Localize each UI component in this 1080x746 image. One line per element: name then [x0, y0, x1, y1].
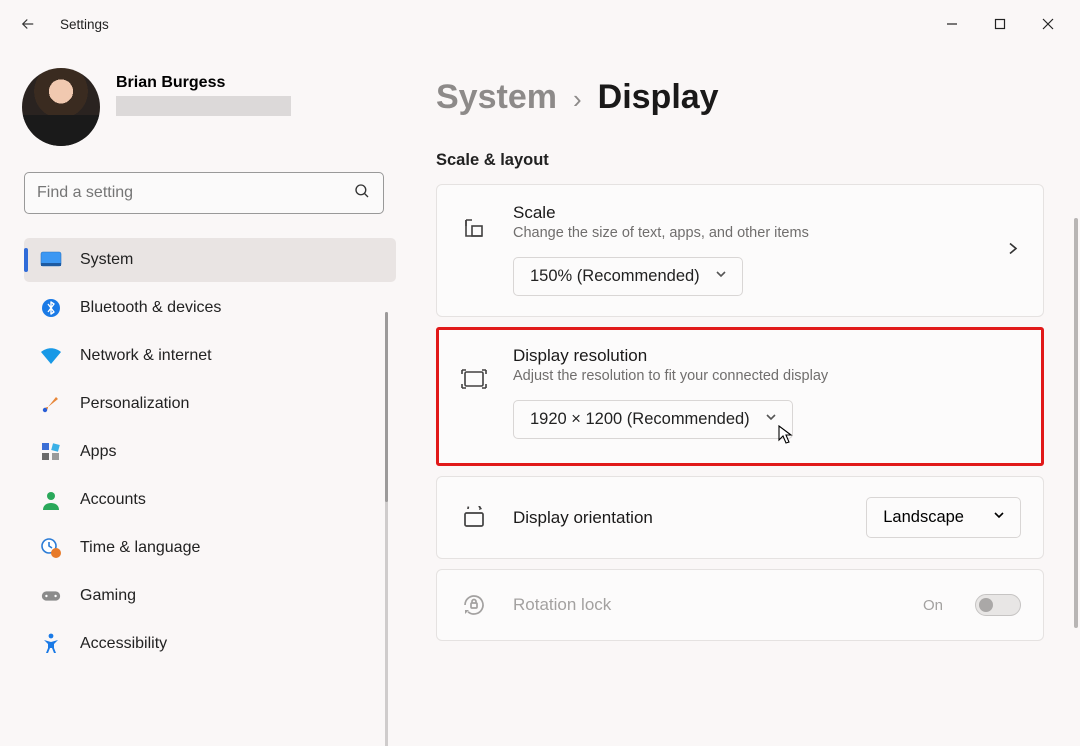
chevron-right-icon[interactable]: [1005, 240, 1021, 261]
orientation-dropdown[interactable]: Landscape: [866, 497, 1021, 538]
scale-value: 150% (Recommended): [530, 267, 700, 286]
sidebar-item-label: Accounts: [80, 491, 146, 509]
rotation-lock-icon: [459, 590, 489, 620]
profile-name: Brian Burgess: [116, 74, 291, 92]
person-icon: [40, 489, 62, 511]
bluetooth-icon: [40, 297, 62, 319]
chevron-down-icon: [764, 410, 778, 429]
profile[interactable]: Brian Burgess: [22, 68, 400, 146]
sidebar-item-label: Accessibility: [80, 635, 167, 653]
sidebar-item-label: Time & language: [80, 539, 200, 557]
breadcrumb: System › Display: [436, 78, 1044, 117]
app-title: Settings: [60, 17, 109, 32]
content-area: System › Display Scale & layout Scale Ch…: [400, 48, 1080, 746]
window-controls: [928, 4, 1072, 44]
chevron-down-icon: [992, 508, 1006, 527]
rotation-lock-title: Rotation lock: [513, 595, 899, 615]
resolution-value: 1920 × 1200 (Recommended): [530, 410, 750, 429]
accessibility-icon: [40, 633, 62, 655]
sidebar-item-accessibility[interactable]: Accessibility: [24, 622, 396, 666]
avatar: [22, 68, 100, 146]
sidebar-item-label: Apps: [80, 443, 116, 461]
sidebar-item-gaming[interactable]: Gaming: [24, 574, 396, 618]
chevron-right-icon: ›: [573, 80, 582, 115]
resolution-title: Display resolution: [513, 346, 1021, 366]
breadcrumb-parent[interactable]: System: [436, 78, 557, 117]
scale-title: Scale: [513, 203, 1021, 223]
scale-icon: [459, 213, 489, 243]
rotation-lock-state: On: [923, 597, 943, 614]
apps-icon: [40, 441, 62, 463]
search-input[interactable]: [37, 184, 353, 202]
scale-subtitle: Change the size of text, apps, and other…: [513, 225, 1021, 241]
breadcrumb-current: Display: [598, 78, 719, 117]
sidebar-item-apps[interactable]: Apps: [24, 430, 396, 474]
sidebar-item-label: Bluetooth & devices: [80, 299, 221, 317]
display-icon: [40, 249, 62, 271]
sidebar-item-label: Personalization: [80, 395, 189, 413]
sidebar-item-accounts[interactable]: Accounts: [24, 478, 396, 522]
search-icon: [353, 182, 371, 205]
nav-list: System Bluetooth & devices Network & int…: [24, 238, 396, 666]
sidebar: Brian Burgess System Bluetooth & devices: [0, 48, 400, 746]
display-resolution-card[interactable]: Display resolution Adjust the resolution…: [436, 327, 1044, 466]
profile-email-redacted: [116, 96, 291, 116]
content-scrollbar[interactable]: [1074, 68, 1078, 746]
scale-card[interactable]: Scale Change the size of text, apps, and…: [436, 184, 1044, 317]
search-box[interactable]: [24, 172, 384, 214]
wifi-icon: [40, 345, 62, 367]
maximize-button[interactable]: [976, 4, 1024, 44]
sidebar-item-personalization[interactable]: Personalization: [24, 382, 396, 426]
clock-globe-icon: [40, 537, 62, 559]
sidebar-item-network[interactable]: Network & internet: [24, 334, 396, 378]
gamepad-icon: [40, 585, 62, 607]
titlebar: Settings: [0, 0, 1080, 48]
brush-icon: [40, 393, 62, 415]
display-orientation-card[interactable]: Display orientation Landscape: [436, 476, 1044, 559]
minimize-button[interactable]: [928, 4, 976, 44]
sidebar-item-bluetooth[interactable]: Bluetooth & devices: [24, 286, 396, 330]
orientation-icon: [459, 503, 489, 533]
resolution-dropdown[interactable]: 1920 × 1200 (Recommended): [513, 400, 793, 439]
section-title: Scale & layout: [436, 151, 1044, 170]
sidebar-item-label: Network & internet: [80, 347, 212, 365]
sidebar-item-label: Gaming: [80, 587, 136, 605]
orientation-title: Display orientation: [513, 508, 842, 528]
settings-window: Settings Brian Burgess: [0, 0, 1080, 746]
sidebar-item-system[interactable]: System: [24, 238, 396, 282]
resolution-icon: [459, 364, 489, 394]
scale-dropdown[interactable]: 150% (Recommended): [513, 257, 743, 296]
close-button[interactable]: [1024, 4, 1072, 44]
sidebar-scrollbar[interactable]: [385, 312, 388, 746]
sidebar-item-label: System: [80, 251, 133, 269]
sidebar-item-time-language[interactable]: Time & language: [24, 526, 396, 570]
rotation-lock-card: Rotation lock On: [436, 569, 1044, 641]
orientation-value: Landscape: [883, 508, 964, 527]
arrow-left-icon: [19, 15, 37, 33]
resolution-subtitle: Adjust the resolution to fit your connec…: [513, 368, 1021, 384]
chevron-down-icon: [714, 267, 728, 286]
cursor-icon: [776, 424, 794, 446]
rotation-lock-toggle: [975, 594, 1021, 616]
back-button[interactable]: [8, 4, 48, 44]
